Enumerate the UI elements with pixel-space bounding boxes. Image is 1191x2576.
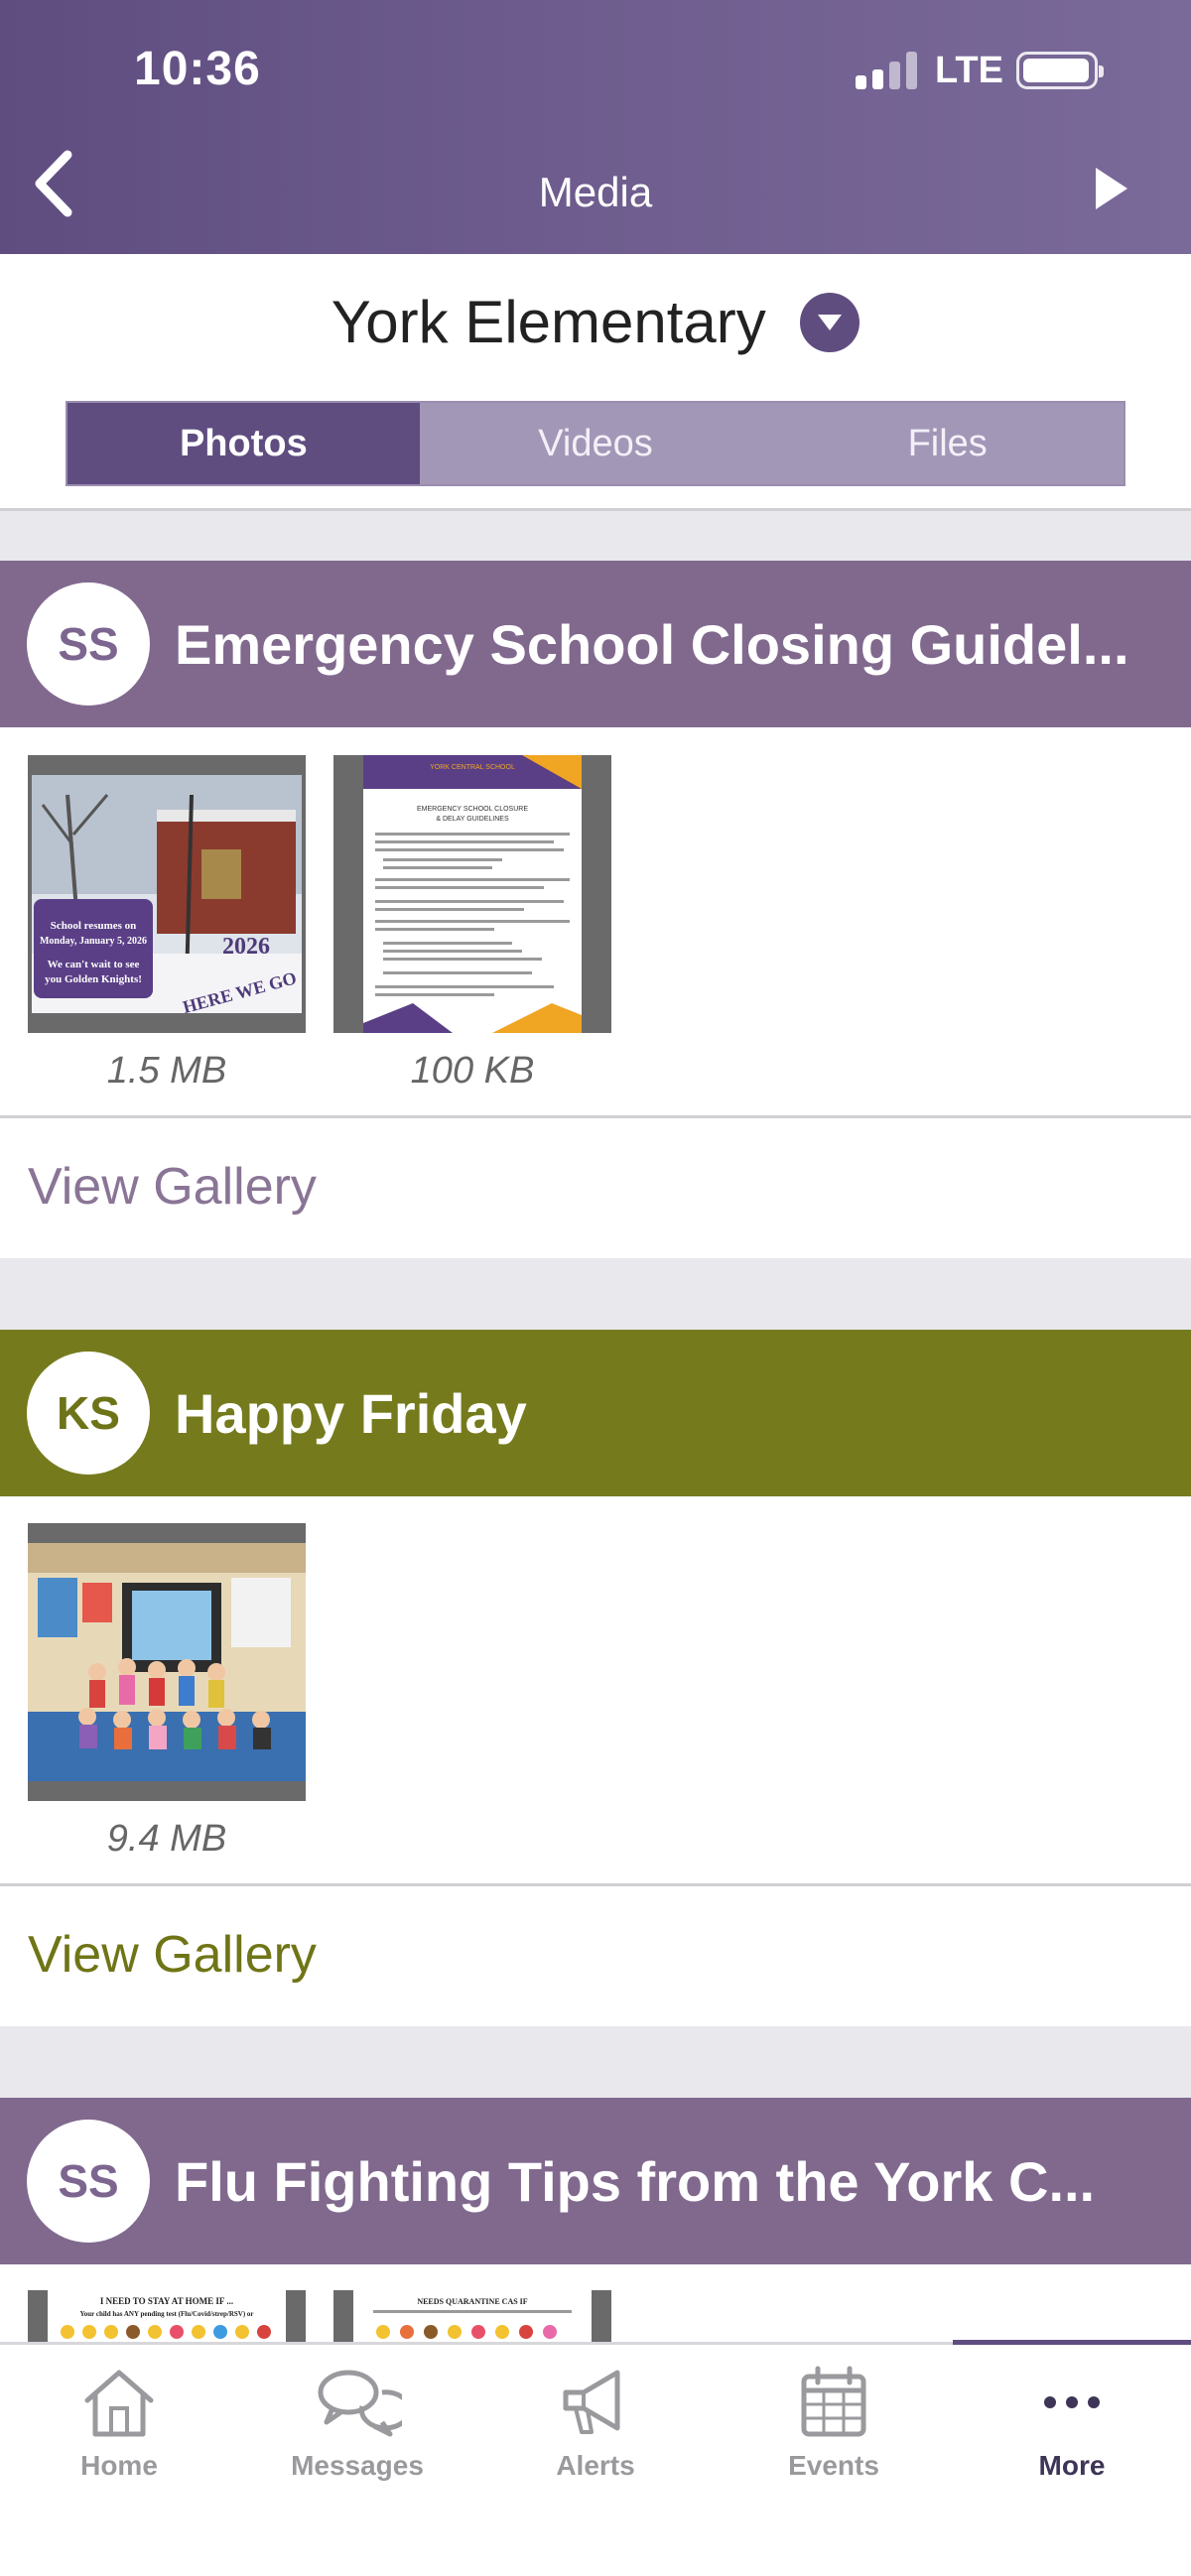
tab-label: Home — [80, 2450, 158, 2481]
forward-button[interactable] — [1092, 164, 1141, 219]
school-name: York Elementary — [331, 289, 766, 355]
svg-text:Monday, January 5, 2026: Monday, January 5, 2026 — [40, 936, 147, 947]
divider — [0, 1115, 1191, 1118]
section-gap — [0, 1258, 1191, 1330]
post-header[interactable]: SS Emergency School Closing Guidel... — [0, 561, 1191, 727]
view-gallery-link[interactable]: View Gallery — [28, 1157, 317, 1217]
top-header: 10:36 LTE Media — [0, 0, 1191, 254]
tab-label: More — [1038, 2450, 1106, 2481]
page-title: Media — [538, 169, 653, 215]
section-gap — [0, 2026, 1191, 2098]
tab-files[interactable]: Files — [771, 403, 1124, 484]
svg-text:you Golden Knights!: you Golden Knights! — [45, 973, 142, 985]
avatar: SS — [27, 582, 150, 706]
svg-text:School resumes on: School resumes on — [51, 920, 137, 932]
school-selector[interactable]: York Elementary — [0, 288, 1191, 367]
home-icon — [84, 2370, 154, 2437]
post-title: Flu Fighting Tips from the York C... — [175, 2149, 1096, 2213]
status-time: 10:36 — [134, 43, 261, 95]
tab-label: Messages — [291, 2450, 424, 2481]
photo-thumbnail[interactable]: School resumes on Monday, January 5, 202… — [28, 755, 306, 1033]
svg-text:I NEED TO STAY AT HOME IF ...: I NEED TO STAY AT HOME IF ... — [100, 2296, 233, 2306]
post-header[interactable]: KS Happy Friday — [0, 1330, 1191, 1496]
active-tab-indicator — [953, 2340, 1191, 2345]
view-gallery-link[interactable]: View Gallery — [28, 1925, 317, 1985]
post-title: Emergency School Closing Guidel... — [175, 612, 1129, 676]
more-icon — [1044, 2396, 1100, 2408]
tab-home[interactable]: Home — [0, 2363, 238, 2512]
file-size: 100 KB — [410, 1050, 535, 1092]
svg-text:EMERGENCY SCHOOL CLOSURE: EMERGENCY SCHOOL CLOSURE — [417, 806, 528, 813]
file-size: 1.5 MB — [106, 1050, 227, 1092]
avatar: SS — [27, 2120, 150, 2243]
tab-events[interactable]: Events — [715, 2363, 953, 2512]
avatar: KS — [27, 1352, 150, 1475]
svg-text:2026: 2026 — [222, 934, 270, 960]
photo-thumbnail[interactable]: I NEED TO STAY AT HOME IF ... Your child… — [28, 2290, 306, 2342]
section-gap — [0, 511, 1191, 561]
file-size: 9.4 MB — [106, 1818, 227, 1860]
network-label: LTE — [935, 50, 1003, 91]
media-type-tabs: Photos Videos Files — [66, 401, 1125, 486]
tab-videos[interactable]: Videos — [420, 403, 772, 484]
svg-text:& DELAY GUIDELINES: & DELAY GUIDELINES — [436, 816, 509, 823]
megaphone-icon — [563, 2370, 620, 2434]
chevron-down-icon[interactable] — [800, 292, 860, 352]
tab-label: Alerts — [556, 2450, 635, 2481]
svg-text:We can't wait to see: We can't wait to see — [48, 959, 140, 970]
tab-more[interactable]: More — [953, 2363, 1191, 2512]
tab-photos[interactable]: Photos — [67, 403, 420, 484]
photo-thumbnail[interactable]: NEEDS QUARANTINE CAS IF — [333, 2290, 611, 2342]
post-title: Happy Friday — [175, 1381, 527, 1445]
svg-text:NEEDS QUARANTINE CAS IF: NEEDS QUARANTINE CAS IF — [417, 2297, 527, 2306]
svg-text:YORK CENTRAL SCHOOL: YORK CENTRAL SCHOOL — [430, 764, 515, 771]
signal-strength-icon — [856, 50, 919, 89]
divider — [0, 1883, 1191, 1886]
bottom-tab-bar: Home Messages Alerts Events More — [0, 2340, 1191, 2576]
calendar-icon — [801, 2366, 866, 2437]
post-header[interactable]: SS Flu Fighting Tips from the York C... — [0, 2098, 1191, 2264]
battery-icon — [1016, 52, 1104, 89]
tab-messages[interactable]: Messages — [238, 2363, 476, 2512]
photo-thumbnail[interactable] — [28, 1523, 306, 1801]
tab-label: Events — [788, 2450, 879, 2481]
photo-thumbnail[interactable]: YORK CENTRAL SCHOOL EMERGENCY SCHOOL CLO… — [333, 755, 611, 1033]
messages-icon — [318, 2370, 402, 2437]
svg-text:Your child has ANY pending tes: Your child has ANY pending test (Flu/Cov… — [79, 2310, 253, 2318]
play-icon — [1096, 168, 1127, 209]
tab-alerts[interactable]: Alerts — [476, 2363, 715, 2512]
